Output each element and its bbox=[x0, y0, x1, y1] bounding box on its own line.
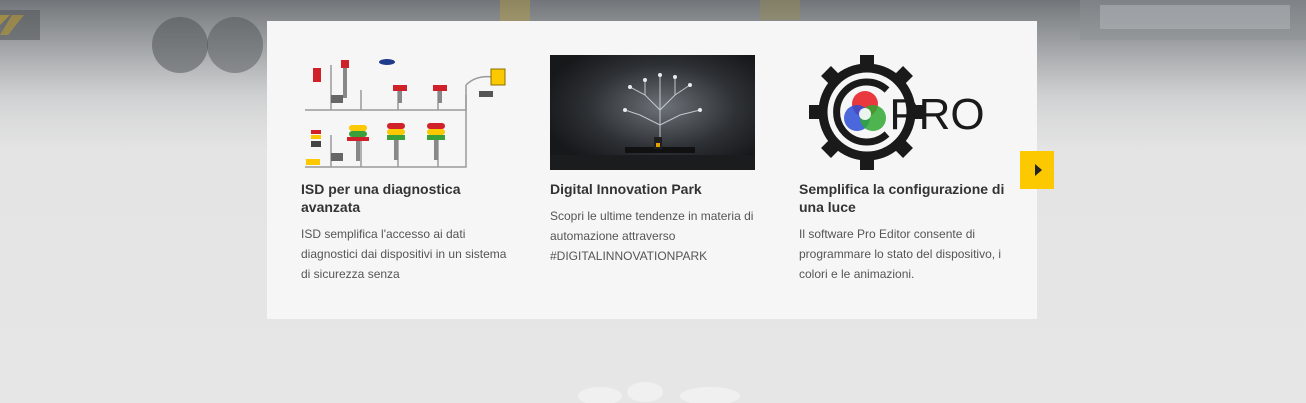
card-description: Scopri le ultime tendenze in materia di … bbox=[550, 209, 754, 263]
carousel-card-pro-editor[interactable]: PRO Semplifica la configurazione di una … bbox=[799, 55, 1009, 284]
pro-logo-text: PRO bbox=[889, 90, 984, 139]
world-map-decoration bbox=[578, 382, 740, 403]
card-description: ISD semplifica l'accesso ai dati diagnos… bbox=[301, 227, 507, 281]
card-description: Il software Pro Editor consente di progr… bbox=[799, 227, 1002, 281]
card-title[interactable]: ISD per una diagnostica avanzata bbox=[301, 180, 509, 216]
carousel-card-isd[interactable]: ISD per una diagnostica avanzata ISD sem… bbox=[301, 55, 511, 284]
carousel-next-button[interactable] bbox=[1020, 151, 1054, 189]
carousel-card-digital-innovation-park[interactable]: Digital Innovation Park Scopri le ultime… bbox=[550, 55, 760, 266]
isd-diagram-image bbox=[301, 55, 506, 170]
chevron-right-icon bbox=[1035, 164, 1042, 176]
digital-tree-photo-image bbox=[550, 55, 755, 170]
card-title[interactable]: Digital Innovation Park bbox=[550, 180, 758, 198]
pro-editor-logo-image: PRO bbox=[799, 55, 1004, 170]
carousel-panel: ISD per una diagnostica avanzata ISD sem… bbox=[267, 21, 1037, 319]
card-title[interactable]: Semplifica la configurazione di una luce bbox=[799, 180, 1007, 216]
